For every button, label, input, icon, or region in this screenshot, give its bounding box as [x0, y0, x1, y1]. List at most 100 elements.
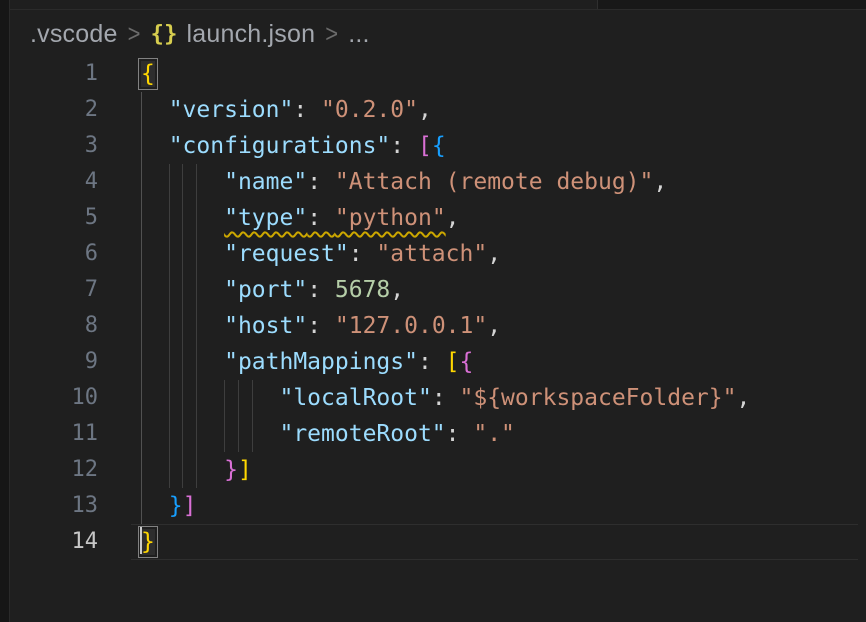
code-token: :: [446, 421, 474, 447]
line-number[interactable]: 3: [10, 128, 98, 164]
line-number[interactable]: 7: [10, 272, 98, 308]
code-token: "${workspaceFolder}": [460, 385, 737, 411]
line-number[interactable]: 5: [10, 200, 98, 236]
code-line[interactable]: 14}: [10, 524, 866, 560]
code-token: ,: [487, 241, 501, 267]
code-line-text: }]: [141, 488, 196, 524]
breadcrumb-item-folder[interactable]: .vscode: [30, 20, 118, 49]
code-line-text: }: [141, 524, 155, 560]
code-token: "127.0.0.1": [335, 313, 487, 339]
code-line-text: "pathMappings": [{: [141, 344, 473, 380]
code-token: ,: [390, 277, 404, 303]
code-token: :: [432, 385, 460, 411]
line-number[interactable]: 6: [10, 236, 98, 272]
code-token: "port": [224, 277, 307, 303]
code-line-text: "version": "0.2.0",: [141, 92, 432, 128]
code-token: "name": [224, 169, 307, 195]
code-token: ,: [736, 385, 750, 411]
chevron-right-icon: >: [324, 19, 339, 49]
code-line-text: "port": 5678,: [141, 272, 404, 308]
code-token: ,: [446, 205, 460, 231]
code-line-text: {: [141, 56, 155, 92]
code-token: "configurations": [169, 133, 391, 159]
code-line-text: "type": "python",: [141, 200, 460, 236]
code-token: }: [169, 493, 183, 519]
line-number[interactable]: 11: [10, 416, 98, 452]
code-token: :: [418, 349, 446, 375]
line-number[interactable]: 12: [10, 452, 98, 488]
code-token: "remoteRoot": [279, 421, 445, 447]
code-line[interactable]: 6 "request": "attach",: [10, 236, 866, 272]
json-braces-icon: {}: [151, 22, 178, 47]
code-token: :: [349, 241, 377, 267]
left-edge-strip: [0, 0, 10, 622]
code-line-text: "localRoot": "${workspaceFolder}",: [141, 380, 750, 416]
code-line-text: "request": "attach",: [141, 236, 501, 272]
line-number[interactable]: 13: [10, 488, 98, 524]
code-token: ]: [183, 493, 197, 519]
code-token: ,: [653, 169, 667, 195]
code-token: "python": [335, 205, 446, 231]
warning-squiggle: "type": "python": [224, 205, 446, 231]
code-line[interactable]: 5 "type": "python",: [10, 200, 866, 236]
line-number[interactable]: 14: [10, 524, 98, 560]
tab-divider: [597, 0, 598, 9]
code-token: :: [307, 205, 335, 231]
code-line[interactable]: 3 "configurations": [{: [10, 128, 866, 164]
code-token: {: [432, 133, 446, 159]
code-token: 5678: [335, 277, 390, 303]
chevron-right-icon: >: [127, 19, 142, 49]
code-line[interactable]: 11 "remoteRoot": ".": [10, 416, 866, 452]
code-token: "localRoot": [279, 385, 431, 411]
bracket-match-token: {: [141, 61, 155, 87]
code-token: :: [293, 97, 321, 123]
code-token: "host": [224, 313, 307, 339]
line-number[interactable]: 9: [10, 344, 98, 380]
code-line-text: "configurations": [{: [141, 128, 446, 164]
code-line-text: "remoteRoot": ".": [141, 416, 515, 452]
line-number[interactable]: 1: [10, 56, 98, 92]
code-token: "request": [224, 241, 349, 267]
line-number[interactable]: 2: [10, 92, 98, 128]
code-token: :: [307, 277, 335, 303]
code-line[interactable]: 4 "name": "Attach (remote debug)",: [10, 164, 866, 200]
breadcrumb-item-symbol[interactable]: ...: [348, 20, 369, 49]
code-line[interactable]: 10 "localRoot": "${workspaceFolder}",: [10, 380, 866, 416]
code-token: ,: [418, 97, 432, 123]
code-line-text: "host": "127.0.0.1",: [141, 308, 501, 344]
tab-bar-bottom-edge: [0, 0, 866, 10]
code-line[interactable]: 13 }]: [10, 488, 866, 524]
breadcrumb-item-file[interactable]: launch.json: [187, 20, 316, 49]
code-token: [: [418, 133, 432, 159]
code-token: "type": [224, 205, 307, 231]
breadcrumb: .vscode > {} launch.json > ...: [30, 18, 370, 50]
code-token: ".": [473, 421, 515, 447]
code-token: "0.2.0": [321, 97, 418, 123]
code-line[interactable]: 1{: [10, 56, 866, 92]
bracket-match-token: }: [141, 529, 155, 555]
code-line-text: "name": "Attach (remote debug)",: [141, 164, 667, 200]
line-number[interactable]: 10: [10, 380, 98, 416]
line-number[interactable]: 8: [10, 308, 98, 344]
code-line[interactable]: 7 "port": 5678,: [10, 272, 866, 308]
code-token: "attach": [376, 241, 487, 267]
code-line[interactable]: 12 }]: [10, 452, 866, 488]
code-token: "Attach (remote debug)": [335, 169, 654, 195]
code-token: "pathMappings": [224, 349, 418, 375]
code-token: ]: [238, 457, 252, 483]
code-line-text: }]: [141, 452, 252, 488]
code-line[interactable]: 9 "pathMappings": [{: [10, 344, 866, 380]
line-number[interactable]: 4: [10, 164, 98, 200]
code-token: [: [446, 349, 460, 375]
code-editor[interactable]: 1{2 "version": "0.2.0",3 "configurations…: [10, 56, 866, 616]
code-token: :: [307, 169, 335, 195]
code-line[interactable]: 2 "version": "0.2.0",: [10, 92, 866, 128]
active-tab-edge: [10, 0, 597, 9]
code-line[interactable]: 8 "host": "127.0.0.1",: [10, 308, 866, 344]
code-token: ,: [487, 313, 501, 339]
code-token: "version": [169, 97, 294, 123]
vscode-editor-window: .vscode > {} launch.json > ... 1{2 "vers…: [0, 0, 866, 622]
code-token: :: [307, 313, 335, 339]
code-token: }: [224, 457, 238, 483]
code-token: :: [390, 133, 418, 159]
